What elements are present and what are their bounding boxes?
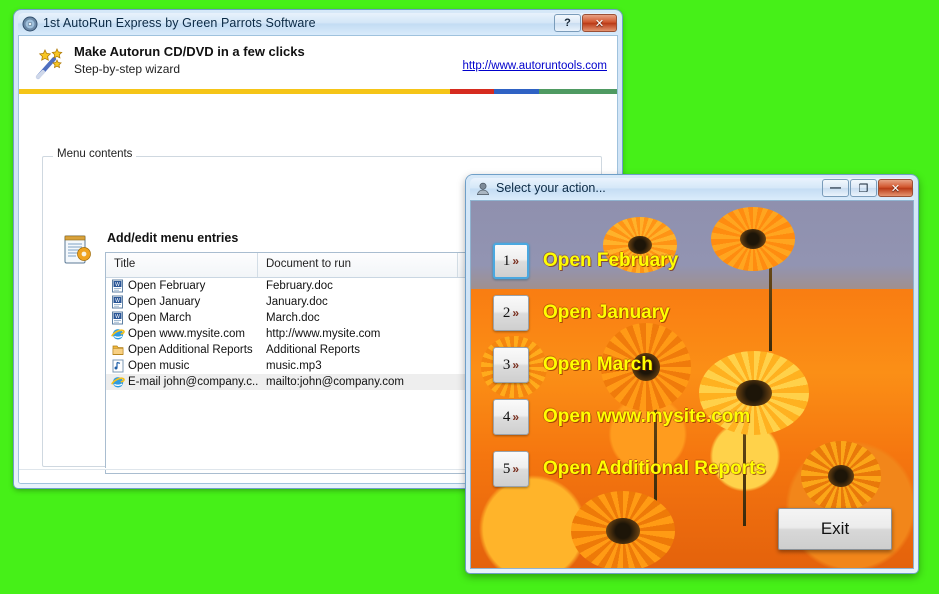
column-header-document[interactable]: Document to run: [258, 253, 458, 277]
chevron-right-icon: »: [512, 358, 519, 372]
help-button[interactable]: ?: [554, 14, 581, 32]
menu-number-button[interactable]: 1 »: [493, 243, 529, 279]
photo-flower: [711, 207, 795, 271]
menu-number: 5: [503, 461, 511, 478]
list-cell-title: Open www.mysite.com: [128, 328, 245, 340]
chevron-right-icon: »: [512, 462, 519, 476]
wizard-subtitle: Step-by-step wizard: [74, 62, 180, 76]
ie-browser-icon: [111, 327, 125, 341]
user-action-icon: [475, 181, 491, 197]
list-cell-title: Open music: [128, 360, 189, 372]
list-cell-document: mailto:john@company.com: [258, 376, 458, 388]
music-note-icon: [111, 359, 125, 373]
wizard-title: Make Autorun CD/DVD in a few clicks: [74, 44, 305, 59]
preview-window: Select your action... — ❐ ✕ 1 »: [466, 175, 918, 573]
preview-titlebar-buttons: — ❐ ✕: [822, 179, 913, 197]
close-button[interactable]: ✕: [878, 179, 913, 197]
menu-item-label[interactable]: Open Additional Reports: [543, 458, 766, 480]
section-title: Add/edit menu entries: [107, 231, 238, 245]
menu-item[interactable]: 1 » Open February: [493, 243, 678, 279]
svg-text:W: W: [115, 298, 120, 304]
website-link[interactable]: http://www.autoruntools.com: [463, 60, 607, 72]
list-cell-document: March.doc: [258, 312, 458, 324]
chevron-right-icon: »: [512, 410, 519, 424]
exit-button[interactable]: Exit: [778, 508, 892, 550]
menu-item[interactable]: 2 » Open January: [493, 295, 670, 331]
photo-flower: [571, 491, 675, 568]
main-titlebar-buttons: ? ✕: [554, 14, 617, 32]
preview-window-title: Select your action...: [496, 181, 606, 195]
menu-item[interactable]: 3 » Open March: [493, 347, 653, 383]
list-cell-title: E-mail john@company.c...: [128, 376, 258, 388]
chevron-right-icon: »: [512, 306, 519, 320]
list-cell-title: Open March: [128, 312, 191, 324]
folder-icon: [111, 343, 125, 357]
cd-disc-icon: [22, 16, 38, 32]
word-doc-icon: W: [111, 279, 125, 293]
photo-stem: [769, 261, 772, 351]
menu-number: 1: [503, 253, 511, 270]
photo-flower: [801, 441, 881, 511]
preview-window-body: 1 » Open February 2 » Open January 3 » O…: [470, 200, 914, 569]
svg-text:W: W: [115, 282, 120, 288]
main-window-titlebar[interactable]: 1st AutoRun Express by Green Parrots Sof…: [18, 13, 618, 35]
menu-number: 4: [503, 409, 511, 426]
menu-item[interactable]: 4 » Open www.mysite.com: [493, 399, 750, 435]
menu-number-button[interactable]: 3 »: [493, 347, 529, 383]
menu-item-label[interactable]: Open www.mysite.com: [543, 406, 750, 428]
menu-number-button[interactable]: 4 »: [493, 399, 529, 435]
list-cell-document: February.doc: [258, 280, 458, 292]
menu-number: 2: [503, 305, 511, 322]
notepad-edit-icon: [63, 232, 95, 266]
main-window-title: 1st AutoRun Express by Green Parrots Sof…: [43, 16, 316, 30]
minimize-button[interactable]: —: [822, 179, 849, 197]
preview-window-titlebar[interactable]: Select your action... — ❐ ✕: [470, 178, 914, 200]
chevron-right-icon: »: [512, 254, 519, 268]
close-button[interactable]: ✕: [582, 14, 617, 32]
menu-item-label[interactable]: Open February: [543, 250, 678, 272]
column-header-title[interactable]: Title: [106, 253, 258, 277]
list-cell-document: http://www.mysite.com: [258, 328, 458, 340]
word-doc-icon: W: [111, 295, 125, 309]
ie-browser-icon: [111, 375, 125, 389]
svg-text:W: W: [115, 314, 120, 320]
list-cell-document: January.doc: [258, 296, 458, 308]
list-cell-title: Open February: [128, 280, 205, 292]
wizard-header: Make Autorun CD/DVD in a few clicks Step…: [19, 36, 617, 89]
list-cell-document: Additional Reports: [258, 344, 458, 356]
menu-item[interactable]: 5 » Open Additional Reports: [493, 451, 766, 487]
magic-wand-stars-icon: [33, 46, 67, 80]
word-doc-icon: W: [111, 311, 125, 325]
list-cell-document: music.mp3: [258, 360, 458, 372]
menu-item-label[interactable]: Open March: [543, 354, 653, 376]
menu-item-label[interactable]: Open January: [543, 302, 670, 324]
groupbox-legend: Menu contents: [53, 148, 136, 160]
menu-number: 3: [503, 357, 511, 374]
list-cell-title: Open January: [128, 296, 200, 308]
menu-number-button[interactable]: 5 »: [493, 451, 529, 487]
list-cell-title: Open Additional Reports: [128, 344, 253, 356]
maximize-button[interactable]: ❐: [850, 179, 877, 197]
menu-number-button[interactable]: 2 »: [493, 295, 529, 331]
